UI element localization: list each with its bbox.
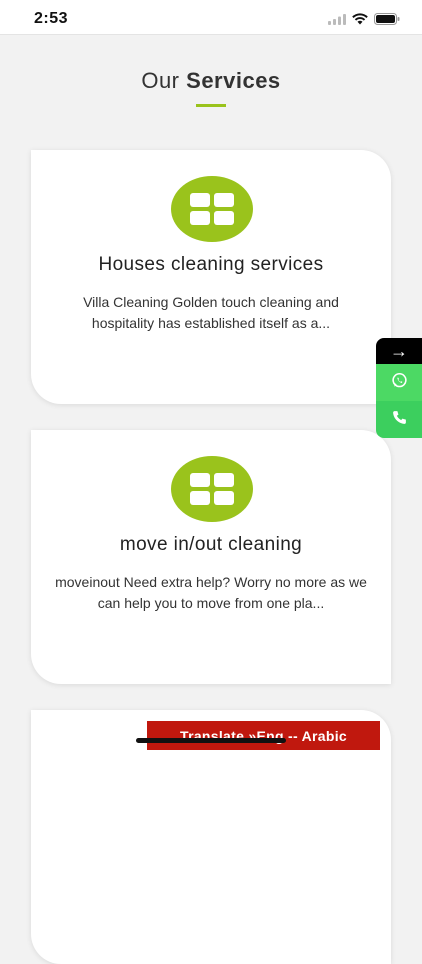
card-description: Villa Cleaning Golden touch cleaning and… [83,294,339,331]
status-icons [328,12,400,30]
toggle-arrow-button[interactable]: → [376,338,422,364]
card-description: moveinout Need extra help? Worry no more… [55,574,367,611]
side-action-bar: → [376,338,422,438]
wifi-icon [352,12,368,30]
grid-icon [171,176,253,242]
whatsapp-icon [391,372,408,394]
heading-underline [196,104,226,107]
phone-button[interactable] [376,401,422,438]
section-heading: Our Services [0,68,422,94]
translate-bar[interactable]: Translate »Eng -- Arabic [147,721,380,750]
phone-icon [391,409,408,431]
section-title-bold: Services [186,68,281,93]
page-divider [0,34,422,35]
card-title[interactable]: move in/out cleaning [31,534,391,556]
card-title[interactable]: Houses cleaning services [31,254,391,276]
battery-icon [374,12,400,30]
status-time: 2:53 [34,10,69,27]
grid-icon [171,456,253,522]
whatsapp-button[interactable] [376,364,422,401]
home-indicator [136,738,286,743]
signal-icon [328,12,346,30]
service-card-houses[interactable]: Houses cleaning services Villa Cleaning … [31,150,391,404]
status-bar: 2:53 [0,0,422,34]
service-card-move[interactable]: move in/out cleaning moveinout Need extr… [31,430,391,684]
section-title-light: Our [141,68,180,93]
